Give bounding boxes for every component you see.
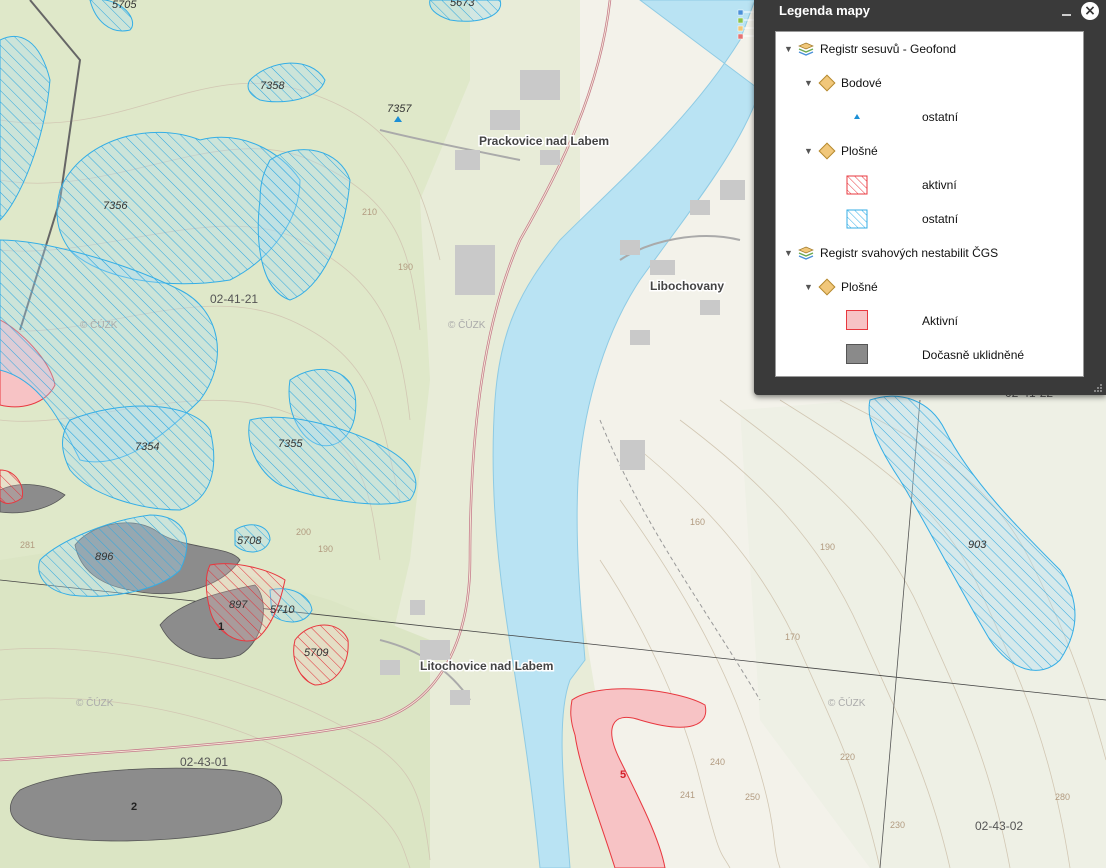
contour-label: 281 [20, 540, 35, 550]
collapse-triangle-icon[interactable]: ▼ [784, 44, 798, 54]
landslide-id-7355: 7355 [278, 438, 303, 450]
contour-label: 190 [820, 542, 835, 552]
legend-subgroup-plosne[interactable]: ▼ Plošné [804, 140, 878, 162]
landslide-id-5709: 5709 [304, 647, 328, 659]
diamond-icon [818, 278, 836, 296]
collapse-triangle-icon[interactable]: ▼ [784, 248, 798, 258]
copyright-label: © ČÚZK [76, 696, 114, 709]
town-libochovany: Libochovany [650, 279, 724, 293]
legend-subgroup-plosne-cgs[interactable]: ▼ Plošné [804, 276, 878, 298]
point-triangle-icon [854, 114, 860, 119]
contour-label: 241 [680, 790, 695, 800]
copyright-label: © ČÚZK [80, 318, 118, 331]
contour-label: 160 [690, 517, 705, 527]
legend-subgroup-label: Bodové [841, 76, 882, 90]
town-prackovice: Prackovice nad Labem [479, 134, 609, 148]
legend-group-label: Registr sesuvů - Geofond [820, 42, 957, 56]
legend-item-label: aktivní [922, 178, 957, 192]
sheet-code-02-41-21: 02-41-21 [210, 292, 258, 306]
contour-label: 250 [745, 792, 760, 802]
landslide-id-7357: 7357 [387, 103, 412, 115]
copyright-label: © ČÚZK [448, 318, 486, 331]
layers-icon [798, 246, 814, 260]
legend-group-label: Registr svahových nestabilit ČGS [820, 246, 999, 260]
landslide-id-5705: 5705 [112, 0, 137, 11]
landslide-id-7356: 7356 [103, 200, 128, 212]
legend-group-cgs[interactable]: ▼ Registr svahových nestabilit ČGS [784, 242, 998, 264]
collapse-triangle-icon[interactable]: ▼ [804, 78, 818, 88]
landslide-id-903: 903 [968, 539, 987, 551]
legend-item-label: ostatní [922, 110, 959, 124]
stable-id-1: 1 [218, 621, 224, 633]
contour-label: 190 [398, 262, 413, 272]
legend-content: ▼ Registr sesuvů - Geofond ▼ Bodové osta… [775, 31, 1084, 377]
stable-id-2: 2 [131, 801, 137, 813]
close-icon[interactable]: × [1081, 2, 1099, 20]
diamond-icon [818, 74, 836, 92]
landslide-id-5708: 5708 [237, 535, 262, 547]
landslide-id-7358: 7358 [260, 80, 285, 92]
landslide-id-5710: 5710 [270, 604, 295, 616]
legend-subgroup-label: Plošné [841, 280, 878, 294]
pink-fill-swatch [846, 310, 868, 330]
legend-layer-switch-icons[interactable] [735, 8, 755, 48]
legend-item-label: ostatní [922, 212, 959, 226]
sheet-code-02-43-02: 02-43-02 [975, 819, 1023, 833]
legend-item-label: Aktivní [922, 314, 959, 328]
sheet-code-02-43-01: 02-43-01 [180, 755, 228, 769]
legend-panel: Legenda mapy × ▼ Registr sesuvů - Geofon… [754, 0, 1106, 395]
hatch-red-swatch [846, 175, 868, 195]
contour-label: 190 [318, 544, 333, 554]
contour-label: 230 [890, 820, 905, 830]
stable-id-5: 5 [620, 769, 626, 781]
legend-title: Legenda mapy [779, 3, 871, 18]
collapse-triangle-icon[interactable]: ▼ [804, 146, 818, 156]
layers-icon [798, 42, 814, 56]
collapse-triangle-icon[interactable]: ▼ [804, 282, 818, 292]
resize-grip-icon[interactable] [1093, 383, 1103, 393]
contour-label: 210 [362, 207, 377, 217]
contour-label: 280 [1055, 792, 1070, 802]
landslide-id-7354: 7354 [135, 441, 159, 453]
legend-subgroup-label: Plošné [841, 144, 878, 158]
landslide-id-5673: 5673 [450, 0, 475, 9]
contour-label: 240 [710, 757, 725, 767]
minimize-icon[interactable] [1062, 8, 1072, 16]
landslide-id-896: 896 [95, 551, 114, 563]
legend-subgroup-bodove[interactable]: ▼ Bodové [804, 72, 882, 94]
town-litochovice: Litochovice nad Labem [420, 659, 553, 673]
contour-label: 220 [840, 752, 855, 762]
hatch-blue-swatch [846, 209, 868, 229]
landslide-id-897: 897 [229, 599, 248, 611]
contour-label: 170 [785, 632, 800, 642]
diamond-icon [818, 142, 836, 160]
legend-item-label: Dočasně uklidněné [922, 348, 1025, 362]
copyright-label: © ČÚZK [828, 696, 866, 709]
gray-fill-swatch [846, 344, 868, 364]
contour-label: 200 [296, 527, 311, 537]
legend-group-geofond[interactable]: ▼ Registr sesuvů - Geofond [784, 38, 956, 60]
